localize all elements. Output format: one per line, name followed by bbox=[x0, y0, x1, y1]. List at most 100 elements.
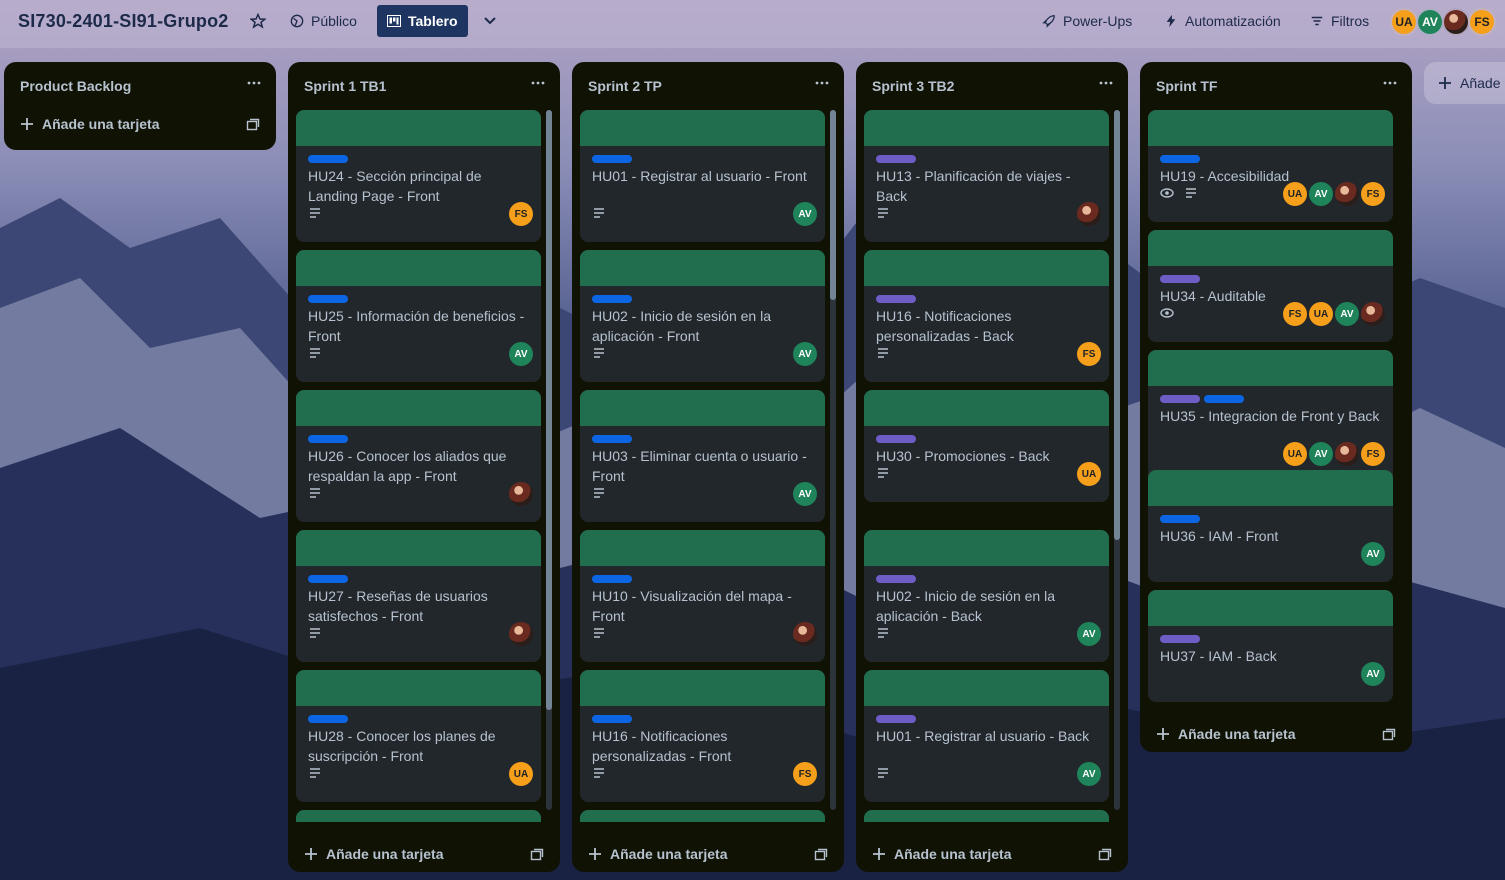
create-from-template-button[interactable] bbox=[1098, 848, 1112, 867]
list-title[interactable]: Product Backlog bbox=[20, 78, 131, 94]
card-label[interactable] bbox=[876, 575, 916, 583]
list-menu-button[interactable] bbox=[530, 76, 546, 95]
member-avatar[interactable] bbox=[1335, 442, 1359, 466]
member-avatar[interactable]: AV bbox=[793, 202, 817, 226]
scroll-thumb[interactable] bbox=[546, 110, 552, 710]
task-card[interactable]: HU36 - IAM - Front AV bbox=[1148, 470, 1393, 582]
member-avatar[interactable]: UA bbox=[1283, 182, 1307, 206]
member-avatar[interactable]: FS bbox=[1283, 302, 1307, 326]
member-avatar[interactable]: AV bbox=[1335, 302, 1359, 326]
list-menu-button[interactable] bbox=[1382, 76, 1398, 95]
card-label[interactable] bbox=[308, 575, 348, 583]
add-card-button[interactable]: Añade una tarjeta bbox=[588, 846, 727, 862]
member-avatar[interactable] bbox=[509, 482, 533, 506]
member-avatar[interactable]: AV bbox=[1416, 8, 1444, 36]
card-label[interactable] bbox=[592, 295, 632, 303]
list-menu-button[interactable] bbox=[814, 76, 830, 95]
card-label[interactable] bbox=[1160, 155, 1200, 163]
card-label[interactable] bbox=[876, 295, 916, 303]
member-avatar[interactable]: AV bbox=[1077, 622, 1101, 646]
member-avatar[interactable]: UA bbox=[1283, 442, 1307, 466]
star-button[interactable] bbox=[250, 13, 266, 29]
member-avatar[interactable] bbox=[1442, 8, 1470, 36]
member-avatar[interactable]: UA bbox=[509, 762, 533, 786]
member-avatar[interactable]: FS bbox=[509, 202, 533, 226]
member-avatar[interactable]: FS bbox=[1468, 8, 1496, 36]
task-card[interactable]: HU03 - Eliminar cuenta o usuario - Front… bbox=[580, 390, 825, 522]
scroll-thumb[interactable] bbox=[1114, 110, 1120, 540]
member-avatar[interactable]: AV bbox=[1309, 182, 1333, 206]
list-title[interactable]: Sprint 3 TB2 bbox=[872, 78, 954, 94]
create-from-template-button[interactable] bbox=[530, 848, 544, 867]
view-board-button[interactable]: Tablero bbox=[377, 5, 468, 37]
task-card[interactable]: HU02 - Inicio de sesión en la aplicación… bbox=[580, 250, 825, 382]
create-from-template-button[interactable] bbox=[246, 118, 260, 137]
task-card[interactable]: HU13 - Planificación de viajes - Back bbox=[864, 110, 1109, 242]
add-card-button[interactable]: Añade una tarjeta bbox=[1156, 726, 1295, 742]
member-avatar[interactable]: AV bbox=[793, 482, 817, 506]
card-label[interactable] bbox=[308, 155, 348, 163]
card-label[interactable] bbox=[876, 155, 916, 163]
member-avatar[interactable]: AV bbox=[1361, 542, 1385, 566]
member-avatar[interactable]: UA bbox=[1077, 462, 1101, 486]
member-avatar[interactable]: AV bbox=[793, 342, 817, 366]
card-label[interactable] bbox=[1160, 515, 1200, 523]
task-card-partial[interactable] bbox=[296, 810, 541, 822]
task-card[interactable]: HU25 - Información de beneficios - Front… bbox=[296, 250, 541, 382]
task-card[interactable]: HU19 - Accesibilidad UA AV FS bbox=[1148, 110, 1393, 222]
member-avatar[interactable] bbox=[509, 622, 533, 646]
create-from-template-button[interactable] bbox=[814, 848, 828, 867]
list-title[interactable]: Sprint 2 TP bbox=[588, 78, 662, 94]
board-title[interactable]: SI730-2401-SI91-Grupo2 bbox=[18, 11, 229, 32]
member-avatar[interactable] bbox=[793, 622, 817, 646]
member-avatar[interactable]: FS bbox=[1361, 182, 1385, 206]
task-card-partial[interactable] bbox=[864, 810, 1109, 822]
task-card[interactable]: HU35 - Integracion de Front y Back UA AV FS bbox=[1148, 350, 1393, 482]
card-label[interactable] bbox=[876, 715, 916, 723]
task-card[interactable]: HU34 - Auditable FS UA AV bbox=[1148, 230, 1393, 342]
list-title[interactable]: Sprint TF bbox=[1156, 78, 1217, 94]
card-label[interactable] bbox=[308, 435, 348, 443]
list-title[interactable]: Sprint 1 TB1 bbox=[304, 78, 386, 94]
view-switcher-button[interactable] bbox=[482, 12, 498, 28]
card-label[interactable] bbox=[1160, 395, 1200, 403]
add-list-button[interactable]: Añade bbox=[1424, 62, 1505, 104]
member-avatar[interactable]: AV bbox=[1077, 762, 1101, 786]
list-scrollbar[interactable] bbox=[830, 110, 836, 810]
card-label[interactable] bbox=[1204, 395, 1244, 403]
member-avatar[interactable]: FS bbox=[1077, 342, 1101, 366]
member-avatar[interactable]: FS bbox=[1361, 442, 1385, 466]
list-scrollbar[interactable] bbox=[1114, 110, 1120, 810]
member-avatar[interactable] bbox=[1361, 302, 1385, 326]
card-label[interactable] bbox=[592, 575, 632, 583]
list-scrollbar[interactable] bbox=[546, 110, 552, 810]
card-label[interactable] bbox=[308, 715, 348, 723]
list-menu-button[interactable] bbox=[246, 76, 262, 95]
card-label[interactable] bbox=[592, 715, 632, 723]
member-avatar[interactable]: AV bbox=[1309, 442, 1333, 466]
task-card[interactable]: HU26 - Conocer los aliados que respaldan… bbox=[296, 390, 541, 522]
task-card[interactable]: HU10 - Visualización del mapa - Front bbox=[580, 530, 825, 662]
member-avatar[interactable]: UA bbox=[1390, 8, 1418, 36]
powerups-button[interactable]: Power-Ups bbox=[1042, 13, 1132, 29]
add-card-button[interactable]: Añade una tarjeta bbox=[20, 116, 159, 132]
task-card[interactable]: HU16 - Notificaciones personalizadas - B… bbox=[864, 250, 1109, 382]
task-card[interactable]: HU01 - Registrar al usuario - Back AV bbox=[864, 670, 1109, 802]
task-card[interactable]: HU16 - Notificaciones personalizadas - F… bbox=[580, 670, 825, 802]
card-label[interactable] bbox=[1160, 275, 1200, 283]
list-menu-button[interactable] bbox=[1098, 76, 1114, 95]
task-card[interactable]: HU24 - Sección principal de Landing Page… bbox=[296, 110, 541, 242]
scroll-thumb[interactable] bbox=[830, 110, 836, 300]
task-card[interactable]: HU28 - Conocer los planes de suscripción… bbox=[296, 670, 541, 802]
filters-button[interactable]: Filtros bbox=[1310, 13, 1369, 29]
member-avatar[interactable]: FS bbox=[793, 762, 817, 786]
visibility-button[interactable]: Público bbox=[290, 13, 357, 29]
card-label[interactable] bbox=[592, 435, 632, 443]
card-label[interactable] bbox=[876, 435, 916, 443]
task-card[interactable]: HU30 - Promociones - Back UA bbox=[864, 390, 1109, 502]
task-card[interactable]: HU37 - IAM - Back AV bbox=[1148, 590, 1393, 702]
task-card[interactable]: HU02 - Inicio de sesión en la aplicación… bbox=[864, 530, 1109, 662]
create-from-template-button[interactable] bbox=[1382, 728, 1396, 747]
member-avatar[interactable] bbox=[1335, 182, 1359, 206]
member-avatar[interactable]: UA bbox=[1309, 302, 1333, 326]
